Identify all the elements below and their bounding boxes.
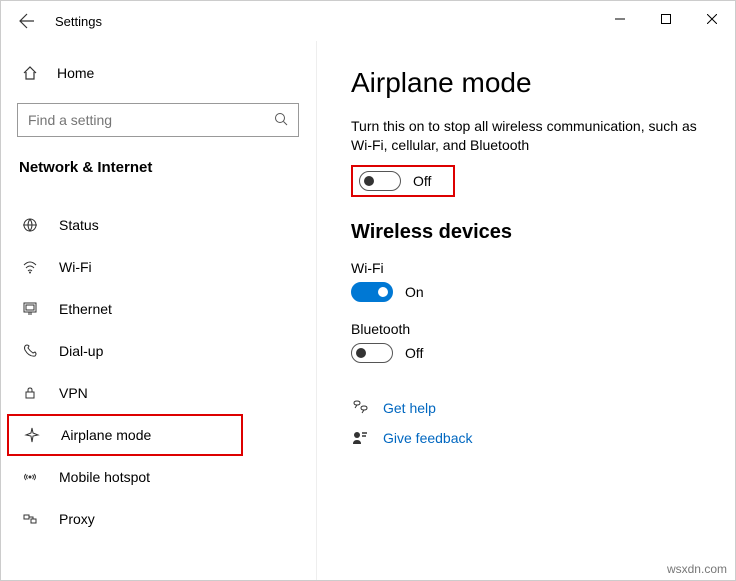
main-panel: Airplane mode Turn this on to stop all w… <box>316 41 735 580</box>
sidebar-item-label: Dial-up <box>59 343 103 359</box>
minimize-button[interactable] <box>597 3 643 35</box>
status-icon <box>21 217 39 233</box>
wireless-devices-title: Wireless devices <box>351 221 711 244</box>
page-description: Turn this on to stop all wireless commun… <box>351 117 711 155</box>
sidebar-item-label: Status <box>59 217 99 233</box>
airplane-icon <box>23 427 41 443</box>
search-box[interactable] <box>17 103 299 137</box>
bluetooth-toggle-state: Off <box>405 345 423 361</box>
give-feedback-link[interactable]: Give feedback <box>383 430 473 446</box>
sidebar: Home Network & Internet Status Wi-Fi <box>1 41 316 580</box>
window-title: Settings <box>55 14 102 29</box>
sidebar-item-proxy[interactable]: Proxy <box>17 498 316 540</box>
page-title: Airplane mode <box>351 67 711 99</box>
sidebar-item-airplane-mode[interactable]: Airplane mode <box>7 414 243 456</box>
sidebar-item-label: Wi-Fi <box>59 259 92 275</box>
minimize-icon <box>615 14 625 24</box>
home-icon <box>21 65 39 81</box>
wifi-toggle-state: On <box>405 284 424 300</box>
search-icon <box>274 112 288 129</box>
home-nav[interactable]: Home <box>17 53 316 93</box>
search-input[interactable] <box>28 112 274 128</box>
get-help-link[interactable]: Get help <box>383 400 436 416</box>
feedback-icon <box>351 430 369 446</box>
airplane-toggle-state: Off <box>413 173 431 189</box>
sidebar-item-label: Ethernet <box>59 301 112 317</box>
ethernet-icon <box>21 301 39 317</box>
sidebar-item-label: Proxy <box>59 511 95 527</box>
home-label: Home <box>57 65 94 81</box>
back-arrow-icon <box>19 13 35 29</box>
back-button[interactable] <box>7 1 47 41</box>
bluetooth-label: Bluetooth <box>351 321 711 337</box>
titlebar: Settings <box>1 1 735 41</box>
sidebar-item-wifi[interactable]: Wi-Fi <box>17 246 316 288</box>
hotspot-icon <box>21 469 39 485</box>
watermark: wsxdn.com <box>667 562 727 576</box>
get-help-row[interactable]: Get help <box>351 400 711 416</box>
category-title: Network & Internet <box>17 159 316 176</box>
wifi-toggle[interactable] <box>351 282 393 302</box>
sidebar-item-label: VPN <box>59 385 88 401</box>
sidebar-item-mobile-hotspot[interactable]: Mobile hotspot <box>17 456 316 498</box>
sidebar-item-label: Mobile hotspot <box>59 469 150 485</box>
sidebar-item-vpn[interactable]: VPN <box>17 372 316 414</box>
sidebar-item-ethernet[interactable]: Ethernet <box>17 288 316 330</box>
sidebar-item-dialup[interactable]: Dial-up <box>17 330 316 372</box>
bluetooth-toggle[interactable] <box>351 343 393 363</box>
wifi-icon <box>21 259 39 275</box>
maximize-button[interactable] <box>643 3 689 35</box>
airplane-toggle-row: Off <box>351 165 455 197</box>
wifi-label: Wi-Fi <box>351 260 711 276</box>
close-icon <box>707 14 717 24</box>
give-feedback-row[interactable]: Give feedback <box>351 430 711 446</box>
sidebar-item-status[interactable]: Status <box>17 204 316 246</box>
help-icon <box>351 400 369 416</box>
proxy-icon <box>21 511 39 527</box>
vpn-icon <box>21 385 39 401</box>
airplane-toggle[interactable] <box>359 171 401 191</box>
sidebar-item-label: Airplane mode <box>61 427 151 443</box>
close-button[interactable] <box>689 3 735 35</box>
dialup-icon <box>21 343 39 359</box>
maximize-icon <box>661 14 671 24</box>
